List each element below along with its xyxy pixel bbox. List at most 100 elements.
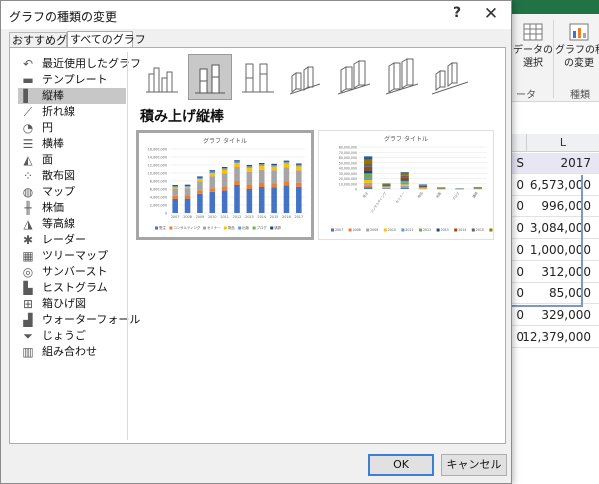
tab-recommended-charts[interactable]: おすすめグラフ: [9, 32, 89, 48]
sidebar-item[interactable]: ▬ テンプレート: [18, 72, 126, 88]
bar-segment: [400, 177, 409, 180]
subtype-clustered-column[interactable]: [140, 54, 184, 100]
waterfall-chart-icon: ▟: [23, 313, 33, 327]
bar-segment: [364, 163, 373, 167]
bar-segment: [364, 187, 373, 189]
legend-swatch: [270, 226, 274, 230]
subtype-3d-stacked-column[interactable]: [332, 54, 376, 100]
sheet-cell-row[interactable]: S 2017: [512, 153, 599, 174]
y-tick-label: 6,000,000: [150, 188, 167, 192]
sidebar-item[interactable]: ◍ マップ: [18, 184, 126, 200]
adjacent-cell-edge: 0: [516, 329, 524, 344]
bar-segment: [197, 176, 203, 178]
select-data-button[interactable]: データの 選択: [513, 22, 553, 70]
legend-label: 2011: [405, 228, 413, 232]
pie-chart-icon: ◔: [22, 121, 34, 135]
surface-chart-icon: ◮: [23, 217, 33, 231]
tab-all-charts[interactable]: すべてのグラフ: [67, 31, 146, 48]
subtype-100-stacked-column[interactable]: [236, 54, 280, 100]
ok-button[interactable]: OK: [368, 454, 434, 476]
subtype-stacked-column[interactable]: [188, 54, 232, 100]
y-tick-label: 14,000,000: [148, 156, 167, 160]
sidebar-item[interactable]: ◮ 等高線: [18, 216, 126, 232]
bar-segment: [172, 187, 178, 189]
sidebar-item[interactable]: ▌ 縦棒: [18, 88, 126, 104]
sidebar-item[interactable]: ✱ レーダー: [18, 232, 126, 248]
legend-label: ブログ: [257, 225, 268, 230]
sidebar-item[interactable]: ▥ 組み合わせ: [18, 344, 126, 360]
bar-segment: [209, 191, 216, 213]
dialog-footer: OK キャンセル: [1, 445, 511, 483]
y-tick-label: 10,000,000: [148, 172, 167, 176]
bar-segment: [364, 177, 373, 180]
bar-segment: [172, 199, 178, 213]
bar-segment: [197, 179, 203, 182]
sidebar-item[interactable]: ☰ 横棒: [18, 136, 126, 152]
sidebar-item-label: 折れ線: [42, 105, 75, 118]
chart-subtype-gallery: [140, 54, 470, 100]
bar-chart-icon: ☰: [22, 137, 34, 151]
sidebar-item[interactable]: ⁘ 散布図: [18, 168, 126, 184]
sidebar-item[interactable]: ▙ ヒストグラム: [18, 280, 126, 296]
sidebar-item[interactable]: ◔ 円: [18, 120, 126, 136]
bar-segment: [258, 163, 265, 165]
legend-swatch: [436, 228, 440, 232]
sidebar-item[interactable]: ⟋ 折れ線: [18, 104, 126, 120]
x-tick-label: 受注: [361, 190, 369, 199]
bar-segment: [221, 173, 228, 187]
bar-segment: [400, 182, 409, 185]
sidebar-item[interactable]: ⏷ じょうご: [18, 328, 126, 344]
legend-label: 受注: [159, 225, 166, 230]
close-button[interactable]: ✕: [481, 4, 501, 24]
bar-segment: [246, 165, 253, 167]
subtype-3d-100-stacked-column[interactable]: [380, 54, 424, 100]
subtype-3d-column[interactable]: [428, 54, 472, 100]
change-chart-type-ribbon-button[interactable]: グラフの種類 の変更: [555, 22, 599, 70]
bar-segment: [258, 164, 265, 166]
scatter-chart-icon: ⁘: [22, 169, 34, 183]
column-header-L[interactable]: L: [526, 134, 599, 152]
bar-segment: [364, 170, 373, 174]
sidebar-item-label: マップ: [42, 185, 75, 198]
bar-segment: [400, 179, 409, 181]
ribbon-group-type-label: 種類: [570, 90, 590, 101]
sidebar-item[interactable]: ▟ ウォーターフォール: [18, 312, 140, 328]
sidebar-item[interactable]: ▦ ツリーマップ: [18, 248, 126, 264]
sidebar-item[interactable]: ◎ サンバースト: [18, 264, 126, 280]
sheet-cell-row[interactable]: 0 12,379,000: [512, 327, 599, 348]
bar-segment: [234, 161, 240, 163]
sidebar-item[interactable]: ⊞ 箱ひげ図: [18, 296, 126, 312]
sidebar-item[interactable]: ◭ 面: [18, 152, 126, 168]
bar-segment: [418, 186, 428, 187]
bar-segment: [400, 173, 409, 176]
excel-title-strip: [512, 0, 599, 14]
help-button[interactable]: ?: [449, 5, 465, 21]
bar-segment: [184, 188, 191, 196]
funnel-chart-icon: ⏷: [23, 329, 33, 343]
line-chart-icon: ⟋: [23, 105, 33, 119]
3d-percent-stacked-column-icon: [385, 58, 419, 95]
legend-swatch: [252, 226, 256, 230]
bar-segment: [209, 176, 216, 189]
y-tick-label: 0: [355, 188, 357, 192]
legend-swatch: [348, 228, 352, 232]
chart-preview-1[interactable]: グラフ タイトル 0 2,000,000 4,000,000 6,000,000 8,0…: [136, 130, 314, 240]
3d-column-icon: [431, 62, 469, 95]
bar-segment: [418, 185, 428, 187]
sidebar-item-label: 横棒: [42, 137, 64, 150]
subtype-3d-clustered-column[interactable]: [284, 54, 328, 100]
x-tick-label: 2012: [233, 215, 242, 219]
sidebar-item[interactable]: ╫ 株価: [18, 200, 126, 216]
bar-segment: [197, 178, 203, 179]
bar-segment: [400, 187, 409, 189]
dialog-titlebar[interactable]: グラフの種類の変更 ? ✕: [1, 1, 511, 29]
bar-segment: [184, 195, 191, 199]
y-tick-label: 70,000,000: [339, 151, 357, 155]
sidebar-item-label: 縦棒: [42, 89, 64, 102]
ribbon-separator: [553, 20, 554, 98]
legend-swatch: [489, 228, 493, 232]
sidebar-item[interactable]: ↶ 最近使用したグラフ: [18, 56, 141, 72]
cancel-button[interactable]: キャンセル: [441, 454, 507, 476]
sheet-cell-row[interactable]: 0 329,000: [512, 305, 599, 326]
chart-preview-2[interactable]: グラフ タイトル 0 10,000,000 20,000,000 30,000,000…: [318, 130, 494, 240]
